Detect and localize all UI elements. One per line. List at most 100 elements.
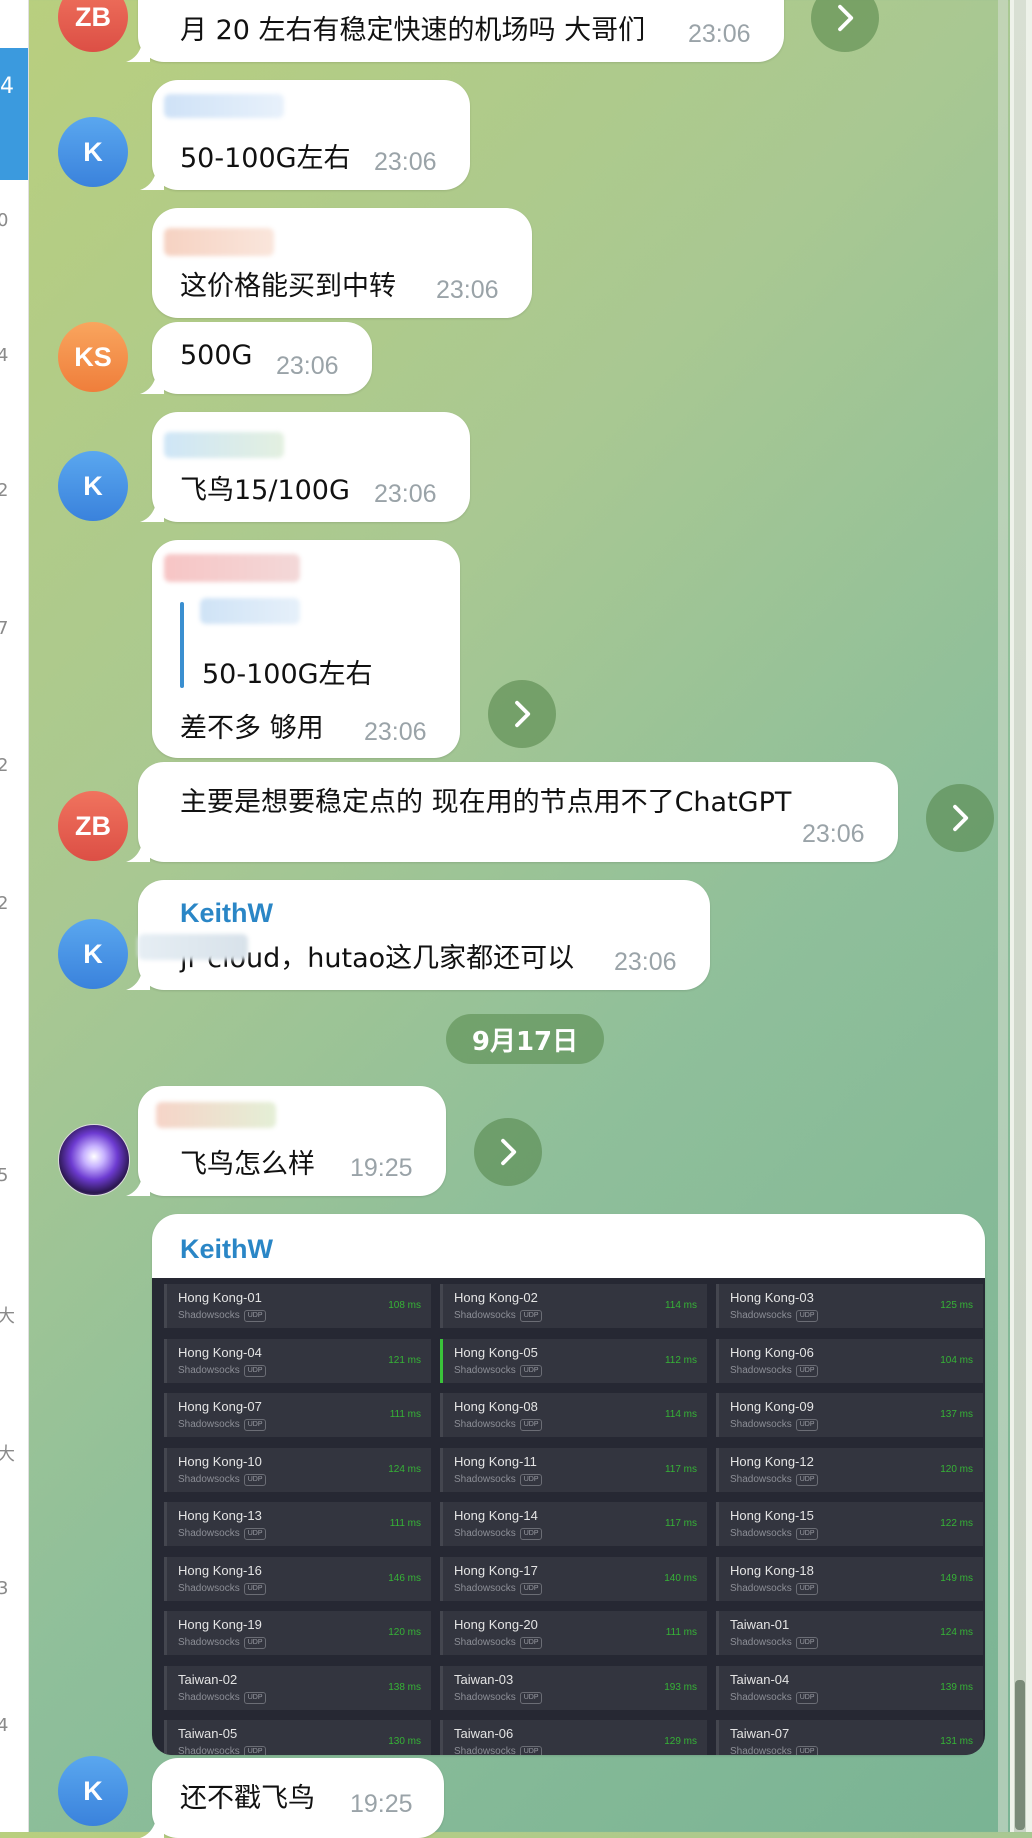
chat-list-fragment: 大 [0,1444,15,1465]
proxy-node[interactable]: Hong Kong-15 Shadowsocks UDP 122 ms [716,1502,983,1546]
proxy-protocol-label: Shadowsocks [730,1637,792,1648]
proxy-node[interactable]: Hong Kong-06 Shadowsocks UDP 104 ms [716,1338,983,1383]
proxy-node[interactable]: Hong Kong-18 Shadowsocks UDP 149 ms [716,1556,983,1601]
scrollbar[interactable] [998,0,1032,1832]
proxy-node[interactable]: Hong Kong-13 Shadowsocks UDP 111 ms [164,1502,431,1546]
forward-button[interactable] [488,680,556,748]
proxy-node[interactable]: Hong Kong-10 Shadowsocks UDP 124 ms [164,1447,431,1492]
avatar[interactable]: K [58,919,128,989]
proxy-node-name: Taiwan-05 [178,1726,238,1741]
proxy-node[interactable]: Taiwan-06 Shadowsocks UDP 129 ms [440,1720,707,1755]
avatar[interactable]: ZB [58,791,128,861]
proxy-protocol-label: Shadowsocks [178,1364,240,1376]
proxy-node[interactable]: Hong Kong-20 Shadowsocks UDP 111 ms [440,1611,707,1655]
forward-button[interactable] [926,784,994,852]
proxy-protocol-label: Shadowsocks [730,1364,792,1376]
udp-badge: UDP [795,1473,819,1486]
proxy-protocol-label: Shadowsocks [730,1691,792,1703]
proxy-node[interactable]: Hong Kong-09 Shadowsocks UDP 137 ms [716,1393,983,1437]
proxy-node-latency: 138 ms [388,1681,421,1693]
proxy-node[interactable]: Hong Kong-02 Shadowsocks UDP 114 ms [440,1284,707,1328]
message-bubble[interactable]: 50-100G左右 23:06 [152,80,470,190]
proxy-node[interactable]: Hong Kong-01 Shadowsocks UDP 108 ms [164,1284,431,1328]
proxy-protocol-label: Shadowsocks [454,1582,516,1594]
proxy-list-screenshot[interactable]: Hong Kong-01 Shadowsocks UDP 108 ms Hong Kon… [152,1278,985,1755]
proxy-node[interactable]: Hong Kong-19 Shadowsocks UDP 120 ms [164,1611,431,1655]
message-text: 这价格能买到中转 [180,271,396,302]
message-bubble[interactable]: 500G 23:06 [152,322,372,394]
message-bubble[interactable]: 还不戳飞鸟 19:25 [152,1758,444,1838]
chat-list-edge[interactable]: 4 0 4 2 7 2 2 5 大 大 3 4 [0,0,29,1832]
proxy-node-protocol: Shadowsocks UDP [178,1473,267,1486]
udp-badge: UDP [519,1582,543,1595]
proxy-node-name: Hong Kong-14 [454,1508,538,1523]
chat-list-fragment: 2 [0,893,9,914]
proxy-node[interactable]: Hong Kong-04 Shadowsocks UDP 121 ms [164,1338,431,1383]
message-time: 23:06 [688,20,751,48]
proxy-protocol-label: Shadowsocks [454,1637,516,1648]
proxy-node-protocol: Shadowsocks UDP [730,1310,819,1322]
proxy-node[interactable]: Hong Kong-07 Shadowsocks UDP 111 ms [164,1393,431,1437]
udp-badge: UDP [519,1473,543,1486]
proxy-node-latency: 139 ms [940,1681,973,1693]
message-bubble[interactable]: 月 20 左右有稳定快速的机场吗 大哥们 23:06 [138,0,784,62]
message-bubble[interactable]: KeithW jr cloud，hutao这几家都还可以 23:06 [138,880,710,990]
proxy-node-latency: 137 ms [940,1409,973,1420]
proxy-node[interactable]: Taiwan-04 Shadowsocks UDP 139 ms [716,1665,983,1710]
proxy-protocol-label: Shadowsocks [178,1310,240,1321]
proxy-node-latency: 120 ms [940,1463,973,1475]
proxy-node[interactable]: Hong Kong-08 Shadowsocks UDP 114 ms [440,1393,707,1437]
proxy-node-name: Hong Kong-20 [454,1617,538,1632]
proxy-node[interactable]: Hong Kong-11 Shadowsocks UDP 117 ms [440,1447,707,1492]
avatar[interactable] [58,1124,130,1196]
message-time: 23:06 [276,352,339,380]
proxy-node-latency: 111 ms [389,1409,421,1420]
proxy-node-protocol: Shadowsocks UDP [178,1528,267,1540]
proxy-node[interactable]: Hong Kong-16 Shadowsocks UDP 146 ms [164,1556,431,1601]
scrollbar-thumb[interactable] [1015,1680,1025,1830]
proxy-node-name: Hong Kong-07 [178,1399,262,1414]
sender-name-redacted [164,554,300,582]
sender-name[interactable]: KeithW [180,898,273,929]
proxy-node-latency: 112 ms [664,1354,697,1366]
proxy-node-latency: 121 ms [388,1354,421,1366]
message-bubble[interactable]: 这价格能买到中转 23:06 [152,208,532,318]
proxy-node[interactable]: Hong Kong-03 Shadowsocks UDP 125 ms [716,1284,983,1328]
proxy-node-name: Taiwan-04 [730,1671,790,1687]
forward-button[interactable] [811,0,879,52]
udp-badge: UDP [795,1528,819,1540]
chat-list-fragment: 3 [0,1578,9,1599]
proxy-node[interactable]: Hong Kong-17 Shadowsocks UDP 140 ms [440,1556,707,1601]
avatar[interactable]: K [58,117,128,187]
message-text: 差不多 够用 [180,713,324,744]
proxy-node-latency: 122 ms [940,1518,973,1529]
proxy-node[interactable]: Taiwan-07 Shadowsocks UDP 131 ms [716,1720,983,1755]
sender-name[interactable]: KeithW [180,1234,273,1265]
avatar[interactable]: K [58,1756,128,1826]
message-bubble[interactable]: 飞鸟怎么样 19:25 [138,1086,446,1196]
message-bubble[interactable]: 50-100G左右 差不多 够用 23:06 [152,540,460,758]
chat-list-fragment: 大 [0,1306,15,1327]
udp-badge: UDP [519,1746,543,1755]
proxy-node-name: Hong Kong-05 [454,1344,538,1360]
proxy-node-name: Hong Kong-19 [178,1617,262,1632]
proxy-node[interactable]: Taiwan-01 Shadowsocks UDP 124 ms [716,1611,983,1655]
proxy-protocol-label: Shadowsocks [454,1528,516,1539]
avatar[interactable]: KS [58,322,128,392]
proxy-node[interactable]: Taiwan-05 Shadowsocks UDP 130 ms [164,1720,431,1755]
avatar[interactable]: ZB [58,0,128,52]
chat-list-active-item[interactable]: 4 [0,48,28,180]
proxy-node-latency: 124 ms [388,1463,421,1475]
proxy-node[interactable]: Hong Kong-12 Shadowsocks UDP 120 ms [716,1447,983,1492]
message-bubble[interactable]: 主要是想要稳定点的 现在用的节点用不了ChatGPT 23:06 [138,762,898,862]
proxy-node[interactable]: Taiwan-02 Shadowsocks UDP 138 ms [164,1665,431,1710]
proxy-node[interactable]: Hong Kong-14 Shadowsocks UDP 117 ms [440,1502,707,1546]
proxy-node[interactable]: Taiwan-03 Shadowsocks UDP 193 ms [440,1665,707,1710]
forward-button[interactable] [474,1118,542,1186]
message-bubble[interactable]: 飞鸟15/100G 23:06 [152,412,470,522]
proxy-node[interactable]: Hong Kong-05 Shadowsocks UDP 112 ms [440,1338,707,1383]
avatar[interactable]: K [58,451,128,521]
message-text: 飞鸟15/100G [180,475,350,506]
proxy-protocol-label: Shadowsocks [454,1691,516,1703]
proxy-node-latency: 124 ms [940,1627,973,1638]
